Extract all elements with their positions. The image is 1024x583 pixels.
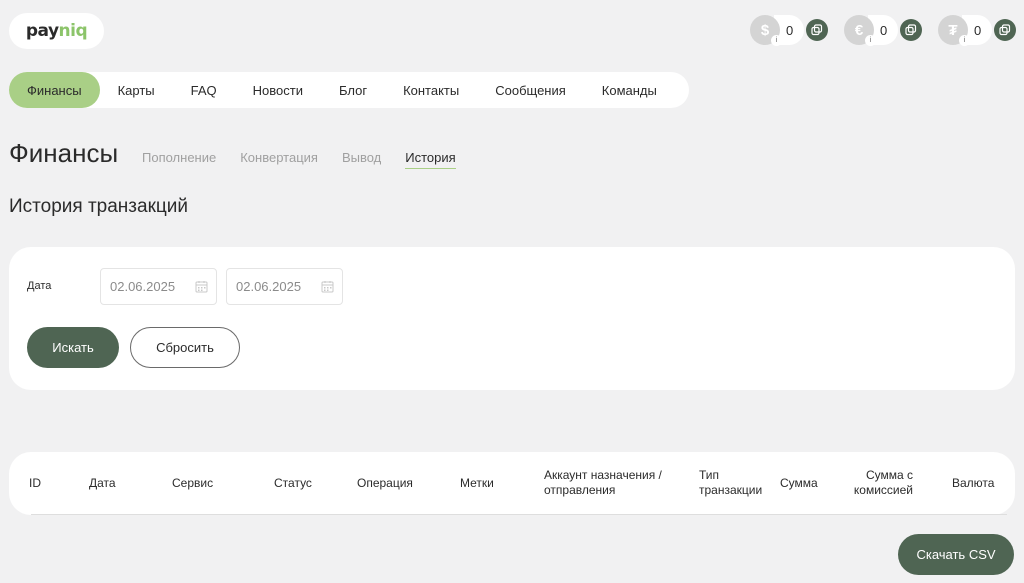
date-label: Дата [27,280,52,292]
column-header-account: Аккаунт назначения /отправления [544,468,662,497]
filter-card: Дата 02.06.2025 02.06.2025 Искать Сброси… [9,247,1015,390]
nav-item-teams[interactable]: Команды [584,72,675,108]
subtab-deposit[interactable]: Пополнение [142,150,216,169]
column-header-tags: Метки [460,476,494,490]
page-title: Финансы [9,138,119,168]
nav-item-finance[interactable]: Финансы [9,72,100,108]
dollar-coin-icon: $ i [750,15,782,46]
transactions-table: ID Дата Сервис Статус Операция Метки Акк… [9,452,1015,515]
column-header-amount: Сумма [780,476,818,490]
column-header-operation: Операция [357,476,413,490]
calendar-icon [321,281,334,293]
finance-subtabs: Пополнение Конвертация Вывод История [142,150,456,169]
copy-icon[interactable] [900,19,922,41]
column-header-status: Статус [274,476,312,490]
table-divider [31,514,1007,515]
section-title: История транзакций [9,196,188,217]
date-from-value: 02.06.2025 [110,279,176,294]
copy-icon[interactable] [994,19,1016,41]
tether-coin-icon: ₮ i [938,15,970,46]
nav-item-news[interactable]: Новости [235,72,321,108]
nav-item-contacts[interactable]: Контакты [385,72,477,108]
balance-eur: € i 0 [844,15,922,46]
payniq-logo[interactable]: pay niq [9,13,104,49]
download-csv-button[interactable]: Скачать CSV [898,534,1014,575]
nav-item-blog[interactable]: Блог [321,72,385,108]
subtab-history[interactable]: История [405,150,456,169]
search-button[interactable]: Искать [27,327,119,368]
main-nav: Финансы Карты FAQ Новости Блог Контакты … [9,72,689,108]
column-header-amount-with-fee: Сумма с комиссией [853,468,913,497]
nav-item-cards[interactable]: Карты [100,72,173,108]
column-header-service: Сервис [172,476,214,490]
nav-item-messages[interactable]: Сообщения [477,72,584,108]
logo-niq-text: niq [58,21,88,41]
subtab-conversion[interactable]: Конвертация [240,150,318,169]
column-header-id: ID [29,476,41,490]
reset-button[interactable]: Сбросить [130,327,240,368]
date-from-input[interactable]: 02.06.2025 [100,268,217,305]
nav-item-faq[interactable]: FAQ [173,72,235,108]
logo-pay-text: pay [25,21,59,41]
calendar-icon [195,281,208,293]
subtab-withdraw[interactable]: Вывод [342,150,381,169]
balance-usd: $ i 0 [750,15,828,46]
date-to-input[interactable]: 02.06.2025 [226,268,343,305]
date-to-value: 02.06.2025 [236,279,302,294]
column-header-transaction-type: Тип транзакции [699,468,763,497]
euro-coin-icon: € i [844,15,876,46]
copy-icon[interactable] [806,19,828,41]
column-header-date: Дата [89,476,116,490]
column-header-currency: Валюта [952,476,995,490]
balances: $ i 0 € i 0 ₮ i 0 [750,15,1016,46]
balance-usdt: ₮ i 0 [938,15,1016,46]
